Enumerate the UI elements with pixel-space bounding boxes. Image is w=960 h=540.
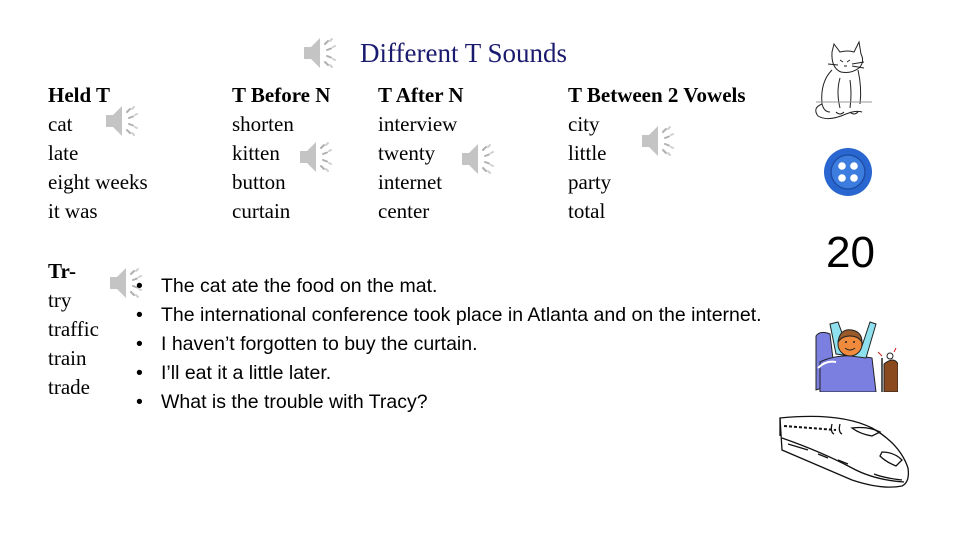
word: trade — [48, 375, 90, 399]
speaker-icon[interactable] — [302, 34, 338, 72]
word: curtain — [232, 199, 291, 223]
word: eight weeks — [48, 170, 148, 194]
sentence-list: The cat ate the food on the mat. The int… — [136, 272, 762, 417]
speaker-icon[interactable] — [104, 102, 140, 140]
sentence-item: I haven’t forgotten to buy the curtain. — [136, 330, 762, 359]
column-header: T After N — [378, 83, 464, 107]
word: try — [48, 288, 72, 312]
speaker-icon[interactable] — [298, 138, 334, 176]
speaker-icon[interactable] — [640, 122, 676, 160]
word: internet — [378, 170, 443, 194]
word: late — [48, 141, 79, 165]
slide-title: Different T Sounds — [360, 38, 567, 68]
column-header: T Between 2 Vowels — [568, 83, 746, 107]
cat-image — [815, 40, 872, 120]
word: train — [48, 346, 87, 370]
sentence-item: What is the trouble with Tracy? — [136, 388, 762, 417]
button-image — [824, 148, 872, 196]
column-header: T Before N — [232, 83, 331, 107]
train-image — [779, 415, 910, 488]
word: party — [568, 170, 612, 194]
word: traffic — [48, 317, 99, 341]
word: total — [568, 199, 606, 223]
column-t-after-n: T After N interview twenty internet cent… — [378, 81, 464, 226]
column-tr: Tr- try traffic train trade — [48, 257, 99, 402]
word: twenty — [378, 141, 436, 165]
sentence-item: The cat ate the food on the mat. — [136, 272, 762, 301]
word: it was — [48, 199, 98, 223]
slide-number: 20 — [826, 228, 875, 277]
word: interview — [378, 112, 458, 136]
word: shorten — [232, 112, 294, 136]
sentence-item: The international conference took place … — [136, 301, 762, 330]
waking-person-image — [815, 321, 898, 392]
speaker-icon[interactable] — [460, 140, 496, 178]
sentence-item: I’ll eat it a little later. — [136, 359, 762, 388]
word: center — [378, 199, 430, 223]
column-header: Tr- — [48, 259, 76, 283]
